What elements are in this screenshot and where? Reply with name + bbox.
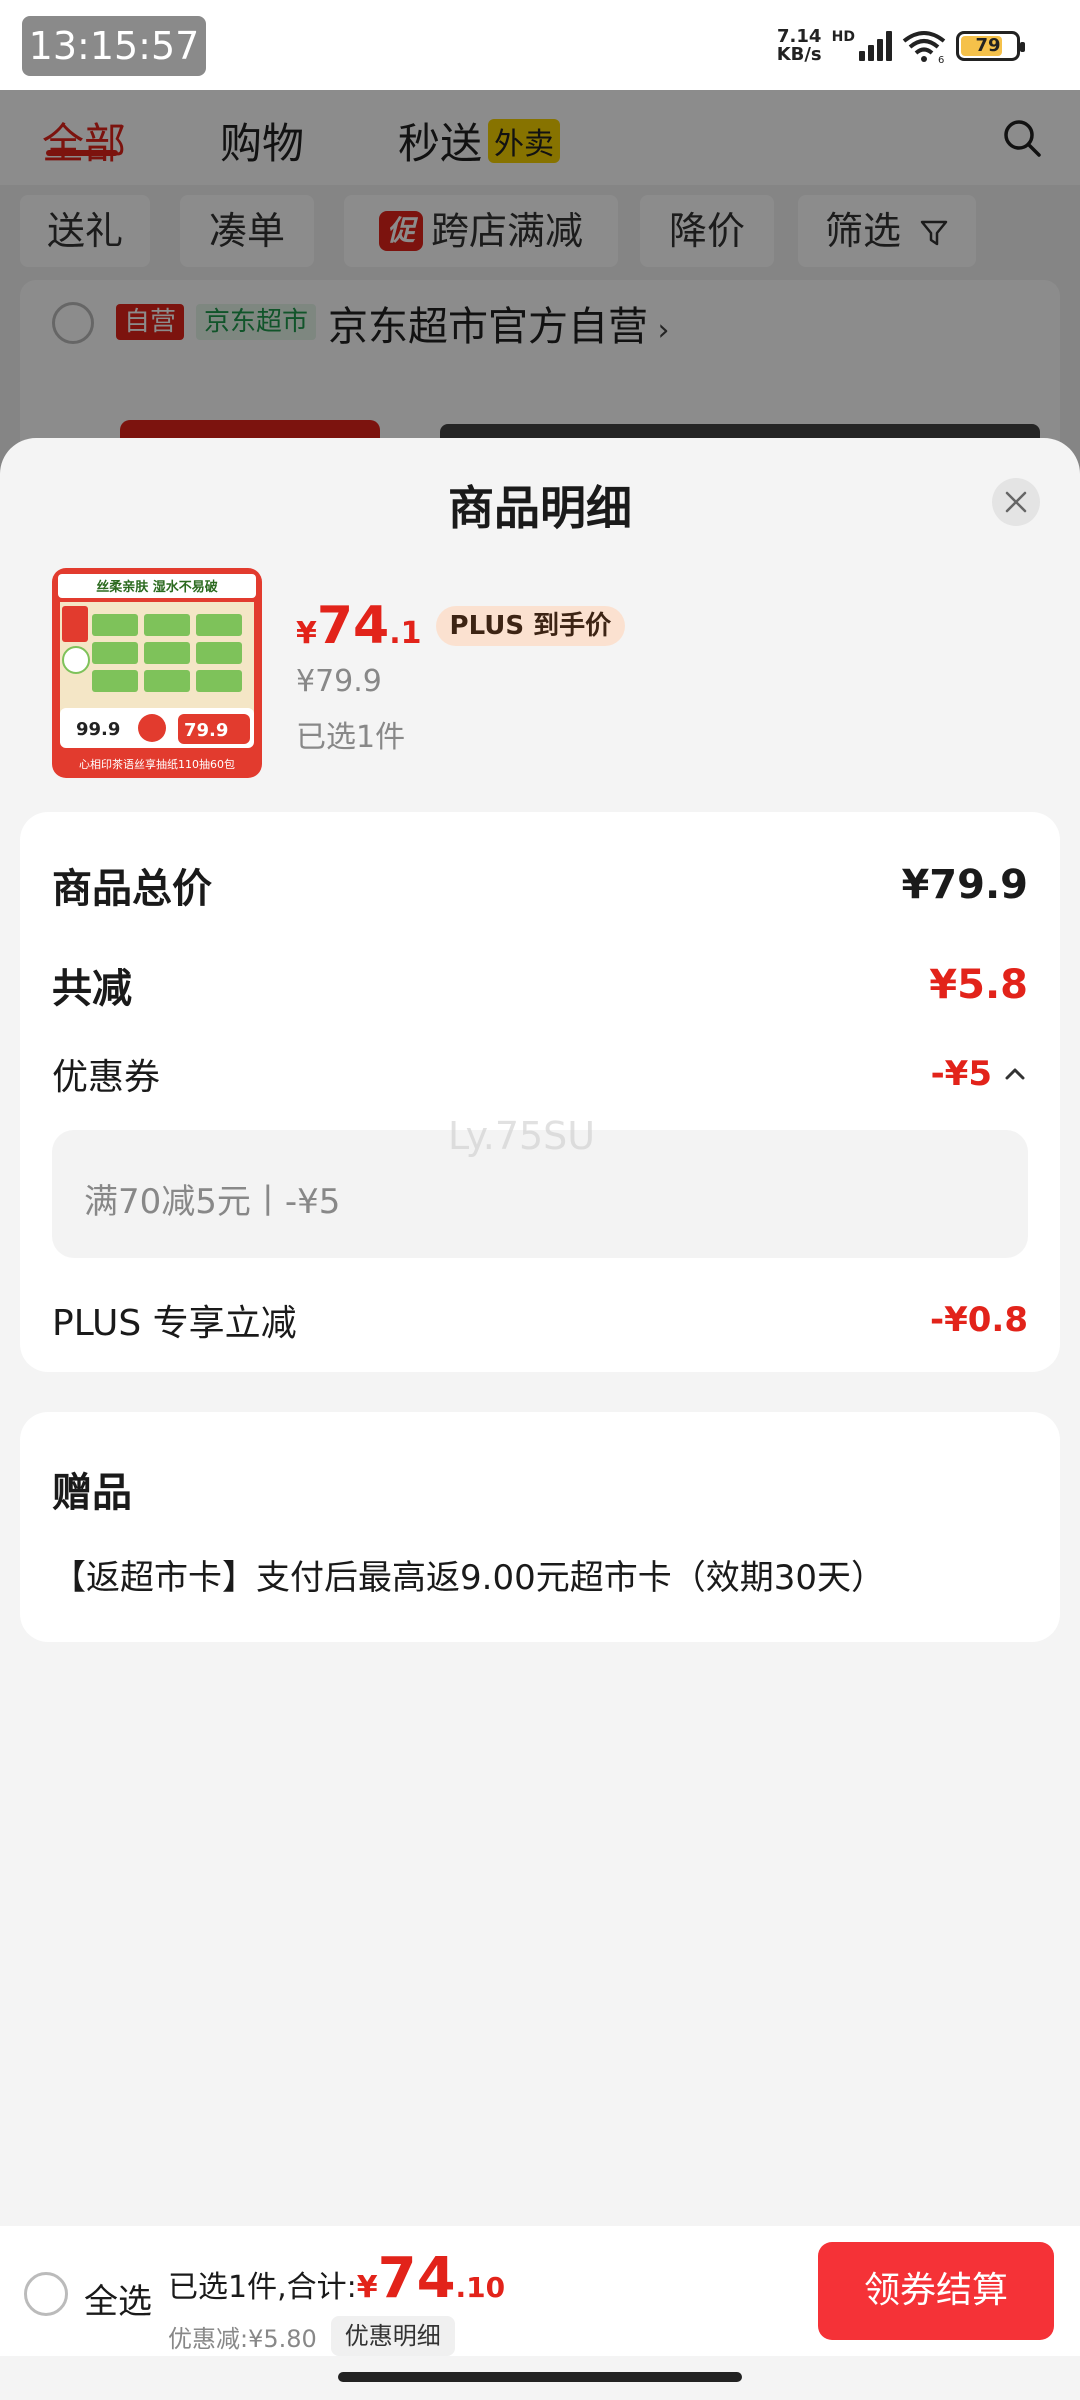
- plus-price: ¥ 74 .1 PLUS 到手价: [296, 596, 626, 656]
- price-decimal: .1: [389, 616, 422, 651]
- net-speed-unit: KB/s: [776, 44, 822, 65]
- checkout-bar: 全选 已选1件,合计: ¥ 74 .10 优惠减:¥5.80 优惠明细 领券结算: [0, 2226, 1080, 2356]
- thumb-slogan: 丝柔亲肤 湿水不易破: [96, 579, 218, 595]
- thumb-price-left: 99.9: [76, 719, 120, 740]
- total-reduce-row: 共减 ¥5.8: [52, 956, 1028, 1014]
- price-summary-card: 商品总价 ¥79.9 共减 ¥5.8 优惠券 -¥5 满70减5元丨-¥5 Ly…: [20, 812, 1060, 1372]
- plus-reduce-label: PLUS 专享立减: [52, 1303, 297, 1344]
- product-thumbnail[interactable]: 丝柔亲肤 湿水不易破 99.9 79.9 心相印茶语丝享抽纸110抽60包: [52, 568, 262, 778]
- coupon-label: 优惠券: [52, 1057, 161, 1098]
- selected-quantity: 已选1件: [296, 720, 406, 755]
- order-total: 已选1件,合计: ¥ 74 .10: [168, 2246, 505, 2311]
- gift-description: 【返超市卡】支付后最高返9.00元超市卡（效期30天）: [52, 1558, 885, 1598]
- coupon-value: -¥5: [930, 1054, 992, 1094]
- status-bar: 13:15:57 7.14 KB/s HD 6 79: [0, 0, 1080, 90]
- product-image: 丝柔亲肤 湿水不易破 99.9 79.9 心相印茶语丝享抽纸110抽60包: [52, 568, 262, 778]
- price-currency: ¥: [296, 616, 317, 651]
- total-price-row: 商品总价 ¥79.9: [52, 856, 1028, 914]
- close-button[interactable]: [992, 478, 1040, 526]
- status-time: 13:15:57: [22, 16, 206, 76]
- home-indicator[interactable]: [338, 2372, 742, 2382]
- status-icons: 7.14 KB/s HD 6 79: [777, 28, 1025, 64]
- plus-price-badge: PLUS 到手价: [435, 606, 626, 646]
- total-reduce-label: 共减: [52, 966, 132, 1012]
- watermark: Ly.75SU: [448, 1114, 596, 1158]
- total-integer: 74: [377, 2246, 456, 2311]
- plus-reduce-value: -¥0.8: [930, 1300, 1028, 1340]
- thumb-price-right: 79.9: [184, 720, 228, 741]
- signal-icon: [859, 31, 892, 61]
- select-all-label[interactable]: 全选: [84, 2274, 152, 2323]
- screen: 13:15:57 7.14 KB/s HD 6 79 全部 购物 秒送 外卖 送…: [0, 0, 1080, 2400]
- product-row: 丝柔亲肤 湿水不易破 99.9 79.9 心相印茶语丝享抽纸110抽60包 ¥ …: [52, 568, 1032, 778]
- total-price-value: ¥79.9: [901, 862, 1028, 908]
- total-decimal: .10: [455, 2271, 506, 2304]
- price-integer: 74: [316, 596, 390, 656]
- hd-label: HD: [831, 29, 855, 45]
- total-prefix: 已选1件,合计:: [168, 2270, 357, 2305]
- battery-level: 79: [975, 35, 1001, 56]
- close-icon: [1005, 491, 1027, 513]
- original-price: ¥79.9: [296, 664, 382, 699]
- coupon-row[interactable]: 优惠券 -¥5: [52, 1048, 1028, 1100]
- sheet-header: 商品明细: [0, 438, 1080, 535]
- product-detail-sheet: 商品明细 丝柔亲肤 湿水不易破 99.9 79.9 心相印茶语丝享抽纸110抽6…: [0, 438, 1080, 2400]
- battery-icon: 79: [956, 31, 1025, 61]
- wifi-icon: 6: [902, 31, 946, 63]
- select-all-radio[interactable]: [24, 2272, 68, 2316]
- gift-title: 赠品: [52, 1470, 132, 1516]
- thumb-caption: 心相印茶语丝享抽纸110抽60包: [79, 757, 235, 771]
- discount-amount: 优惠减:¥5.80: [168, 2324, 317, 2353]
- total-currency: ¥: [356, 2270, 378, 2305]
- gift-card: 赠品 【返超市卡】支付后最高返9.00元超市卡（效期30天）: [20, 1412, 1060, 1642]
- coupon-detail-text: 满70减5元丨-¥5: [84, 1182, 341, 1222]
- total-price-label: 商品总价: [52, 866, 212, 912]
- wifi-label: 6: [938, 55, 944, 63]
- coupon-value-group[interactable]: -¥5: [931, 1054, 1028, 1094]
- total-reduce-value: ¥5.8: [929, 962, 1028, 1008]
- chevron-up-icon: [1005, 1068, 1025, 1080]
- net-speed: 7.14 KB/s: [777, 28, 822, 64]
- checkout-button[interactable]: 领券结算: [818, 2242, 1054, 2340]
- discount-detail-button[interactable]: 优惠明细: [330, 2316, 455, 2356]
- discount-line: 优惠减:¥5.80 优惠明细: [168, 2316, 455, 2356]
- sheet-title: 商品明细: [448, 481, 632, 535]
- plus-reduce-row: PLUS 专享立减 -¥0.8: [52, 1294, 1028, 1346]
